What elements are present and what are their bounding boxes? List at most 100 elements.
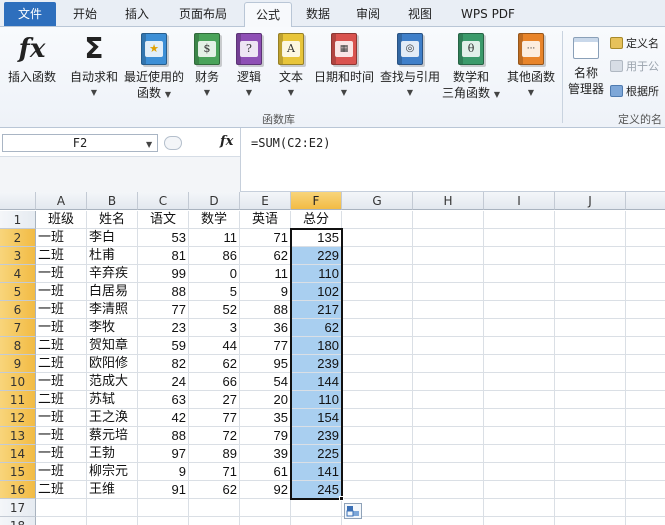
use-in-formula-button[interactable]: 用于公 [610,60,659,74]
cell-B11[interactable]: 苏轼 [87,391,138,409]
cell-A9[interactable]: 二班 [36,355,87,373]
cell-A11[interactable]: 二班 [36,391,87,409]
cell-C13[interactable]: 88 [138,427,189,445]
tab-5[interactable]: 数据 [296,2,340,27]
lookup-button[interactable]: ◎ 查找与引用 ▼ [378,33,442,101]
cell-F10[interactable]: 144 [291,373,342,391]
cell-H5[interactable] [413,283,484,301]
column-header-D[interactable]: D [189,192,240,210]
cell-D8[interactable]: 44 [189,337,240,355]
cell-B6[interactable]: 李清照 [87,301,138,319]
cell-E11[interactable]: 20 [240,391,291,409]
cell-E8[interactable]: 77 [240,337,291,355]
math-trig-button[interactable]: θ 数学和 三角函数 ▼ [442,33,500,103]
cell-C1[interactable]: 语文 [138,211,189,229]
cell-B12[interactable]: 王之涣 [87,409,138,427]
tab-6[interactable]: 审阅 [344,2,392,27]
cell-K18[interactable] [626,517,665,525]
cell-A12[interactable]: 一班 [36,409,87,427]
cell-J2[interactable] [555,229,626,247]
row-header-5[interactable]: 5 [0,283,36,301]
cell-C15[interactable]: 9 [138,463,189,481]
tab-8[interactable]: WPS PDF [448,2,528,27]
cell-B13[interactable]: 蔡元培 [87,427,138,445]
cell-B15[interactable]: 柳宗元 [87,463,138,481]
cell-I12[interactable] [484,409,555,427]
cell-G16[interactable] [342,481,413,499]
cell-D6[interactable]: 52 [189,301,240,319]
cell-C4[interactable]: 99 [138,265,189,283]
cell-H17[interactable] [413,499,484,517]
cell-F9[interactable]: 239 [291,355,342,373]
cell-G13[interactable] [342,427,413,445]
cell-C16[interactable]: 91 [138,481,189,499]
cell-E3[interactable]: 62 [240,247,291,265]
cell-C5[interactable]: 88 [138,283,189,301]
fill-handle[interactable] [339,496,344,501]
cell-C10[interactable]: 24 [138,373,189,391]
cell-I15[interactable] [484,463,555,481]
cell-J8[interactable] [555,337,626,355]
column-header-J[interactable]: J [555,192,626,210]
cell-I18[interactable] [484,517,555,525]
cell-G10[interactable] [342,373,413,391]
cell-B5[interactable]: 白居易 [87,283,138,301]
logical-button[interactable]: ? 逻辑 ▼ [232,33,266,101]
column-header-C[interactable]: C [138,192,189,210]
cell-A3[interactable]: 二班 [36,247,87,265]
cell-I3[interactable] [484,247,555,265]
cell-K14[interactable] [626,445,665,463]
cell-F2[interactable]: 135 [291,229,342,247]
cell-H8[interactable] [413,337,484,355]
cell-D1[interactable]: 数学 [189,211,240,229]
financial-button[interactable]: $ 财务 ▼ [190,33,224,101]
formula-input[interactable]: =SUM(C2:E2) [240,128,665,192]
cell-E4[interactable]: 11 [240,265,291,283]
cell-I16[interactable] [484,481,555,499]
cell-J12[interactable] [555,409,626,427]
cell-F5[interactable]: 102 [291,283,342,301]
autosum-button[interactable]: Σ 自动求和 ▼ [66,33,122,101]
cell-K7[interactable] [626,319,665,337]
select-all-corner[interactable] [0,192,36,210]
cell-D9[interactable]: 62 [189,355,240,373]
cell-G2[interactable] [342,229,413,247]
cell-D10[interactable]: 66 [189,373,240,391]
cell-D4[interactable]: 0 [189,265,240,283]
cell-K5[interactable] [626,283,665,301]
cell-B16[interactable]: 王维 [87,481,138,499]
cell-G3[interactable] [342,247,413,265]
row-header-9[interactable]: 9 [0,355,36,373]
cell-H18[interactable] [413,517,484,525]
column-header-I[interactable]: I [484,192,555,210]
cell-B9[interactable]: 欧阳修 [87,355,138,373]
cell-I8[interactable] [484,337,555,355]
tab-7[interactable]: 视图 [396,2,444,27]
cell-D3[interactable]: 86 [189,247,240,265]
cell-K17[interactable] [626,499,665,517]
cell-K13[interactable] [626,427,665,445]
cell-H12[interactable] [413,409,484,427]
row-header-4[interactable]: 4 [0,265,36,283]
cell-H1[interactable] [413,211,484,229]
cell-C18[interactable] [138,517,189,525]
more-functions-button[interactable]: ··· 其他函数 ▼ [502,33,560,101]
cell-K2[interactable] [626,229,665,247]
cell-E14[interactable]: 39 [240,445,291,463]
cell-D11[interactable]: 27 [189,391,240,409]
cell-F12[interactable]: 154 [291,409,342,427]
column-header-G[interactable]: G [342,192,413,210]
cell-A10[interactable]: 一班 [36,373,87,391]
cell-F11[interactable]: 110 [291,391,342,409]
cell-J4[interactable] [555,265,626,283]
cell-I9[interactable] [484,355,555,373]
recently-used-button[interactable]: ★ 最近使用的 函数 ▼ [122,33,186,103]
cell-C7[interactable]: 23 [138,319,189,337]
cell-C11[interactable]: 63 [138,391,189,409]
cell-K3[interactable] [626,247,665,265]
tab-3[interactable]: 页面布局 [166,2,240,27]
cell-F4[interactable]: 110 [291,265,342,283]
cell-J6[interactable] [555,301,626,319]
cell-A2[interactable]: 一班 [36,229,87,247]
cell-D14[interactable]: 89 [189,445,240,463]
